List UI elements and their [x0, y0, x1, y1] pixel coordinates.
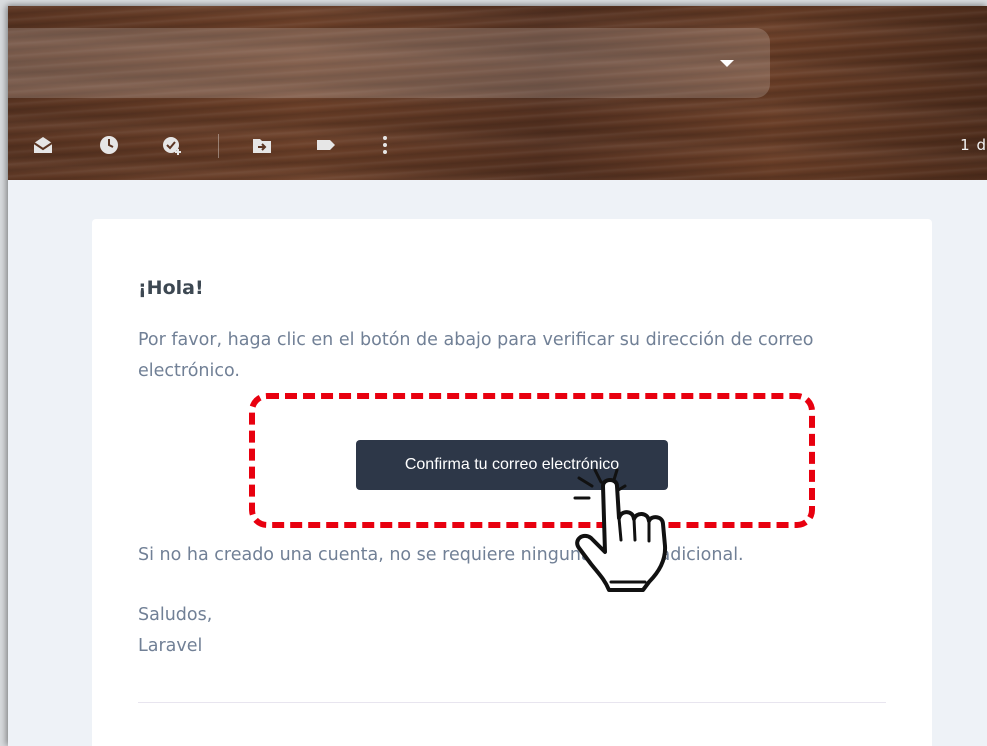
email-window: 1 d ¡Hola! Por favor, haga clic en el bo… — [8, 6, 987, 746]
label-icon[interactable] — [315, 134, 337, 156]
add-task-icon[interactable] — [161, 134, 183, 156]
email-notice-text: Si no ha creado una cuenta, no se requie… — [138, 545, 744, 565]
snooze-clock-icon[interactable] — [98, 134, 120, 156]
confirm-email-button[interactable]: Confirma tu correo electrónico — [356, 440, 668, 490]
more-options-icon[interactable] — [374, 134, 396, 156]
email-salutation: Saludos, — [138, 605, 213, 625]
email-intro-text: Por favor, haga clic en el botón de abaj… — [138, 330, 814, 381]
move-to-icon[interactable] — [251, 134, 273, 156]
email-signature: Laravel — [138, 636, 203, 656]
message-toolbar: 1 d — [8, 126, 987, 164]
toolbar-divider — [218, 134, 219, 158]
email-greeting: ¡Hola! — [138, 277, 204, 299]
footer-divider — [138, 702, 886, 703]
wood-header: 1 d — [8, 6, 987, 180]
search-options-caret-icon[interactable] — [720, 60, 734, 67]
mark-as-read-icon[interactable] — [32, 134, 54, 156]
received-time: 1 d — [960, 136, 987, 154]
search-bar[interactable] — [8, 28, 770, 98]
email-body-card: ¡Hola! Por favor, haga clic en el botón … — [92, 219, 932, 746]
